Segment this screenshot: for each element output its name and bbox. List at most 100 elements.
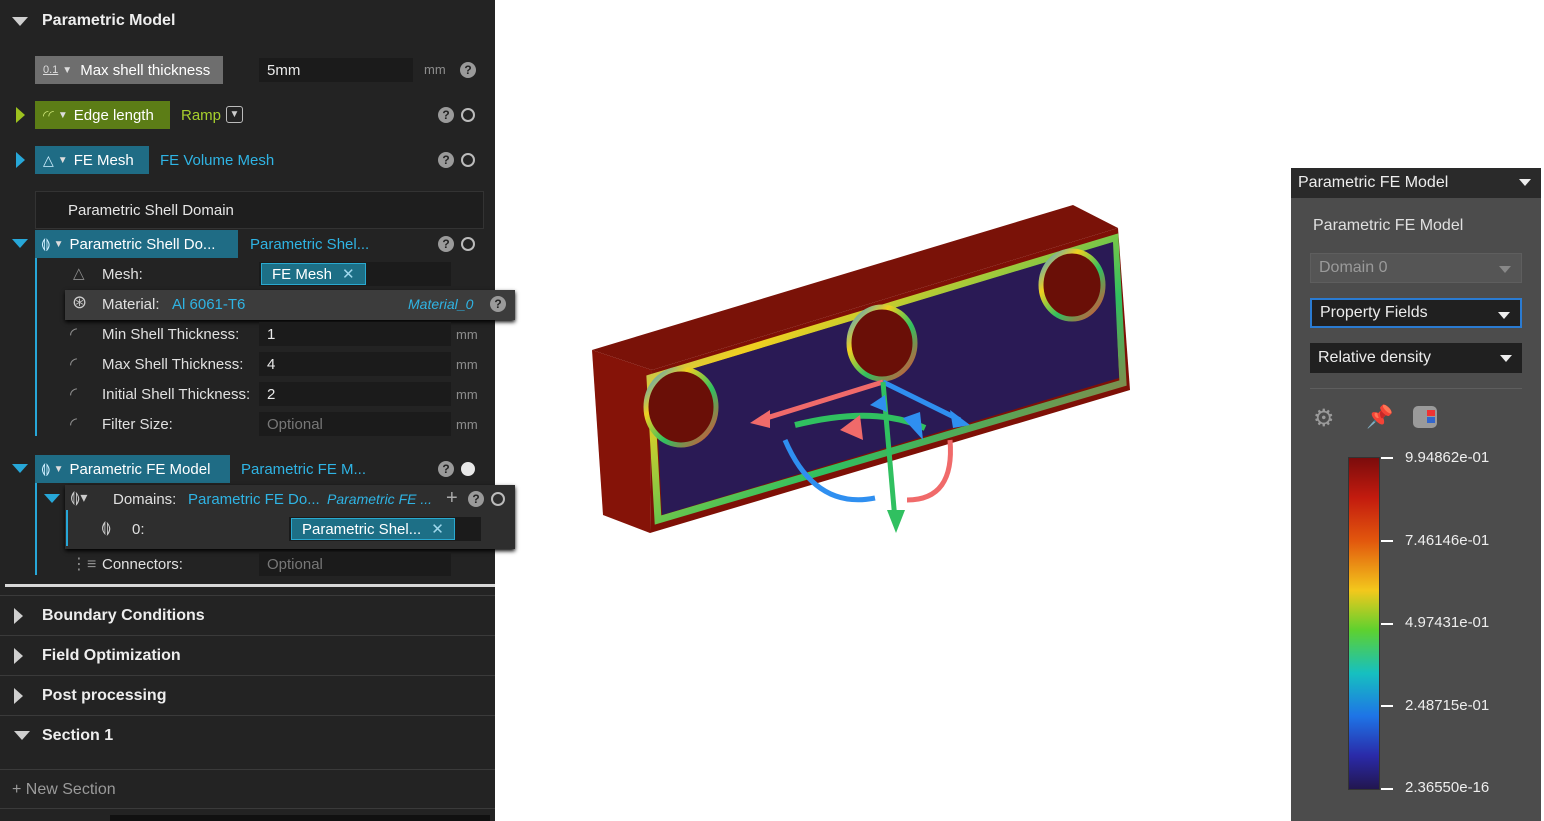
help-icon[interactable]: ?: [438, 236, 454, 252]
status-circle-icon[interactable]: [461, 237, 475, 251]
pin-icon[interactable]: 📌: [1366, 404, 1393, 430]
field-select[interactable]: Relative density: [1310, 343, 1522, 373]
fe-model-block[interactable]: ⟬⟭ ▼ Parametric FE Model: [35, 455, 230, 483]
ramp-field-icon: ◜◜: [43, 106, 54, 123]
status-circle-icon[interactable]: [461, 108, 475, 122]
initial-shell-input[interactable]: 2: [259, 382, 451, 406]
section-boundary-conditions[interactable]: Boundary Conditions: [0, 595, 495, 635]
section-label: Boundary Conditions: [42, 606, 205, 624]
collapse-icon[interactable]: [12, 464, 28, 473]
part-model[interactable]: [592, 205, 1130, 533]
help-icon[interactable]: ?: [438, 461, 454, 477]
gear-icon[interactable]: ⚙: [1313, 404, 1335, 433]
status-circle-icon[interactable]: [461, 462, 475, 476]
shell-domain-value[interactable]: Parametric Shel...: [250, 236, 369, 253]
section-label: Post processing: [42, 686, 167, 704]
fe-model-icon: ⟬⟭: [41, 461, 51, 476]
domains-ref[interactable]: Parametric FE ...: [327, 491, 432, 507]
domain-select-value: Domain 0: [1319, 259, 1388, 276]
section-field-optimization[interactable]: Field Optimization: [0, 635, 495, 675]
collapse-icon[interactable]: [14, 731, 30, 740]
fe-model-sidepanel: Parametric FE Model Parametric FE Model …: [1291, 168, 1541, 821]
chevron-down-icon[interactable]: ▼: [54, 464, 64, 475]
edge-length-block[interactable]: ◜◜ ▼ Edge length: [35, 101, 170, 129]
ramp-field-icon: ◜: [70, 354, 77, 374]
material-ref[interactable]: Material_0: [408, 296, 473, 312]
domain-item-field[interactable]: Parametric Shel... ✕: [289, 517, 481, 541]
initial-shell-unit: mm: [456, 387, 478, 402]
add-icon[interactable]: +: [446, 487, 458, 510]
filter-size-label: Filter Size:: [102, 416, 173, 433]
parametric-model-header[interactable]: Parametric Model: [12, 12, 175, 30]
chevron-down-icon: [1500, 355, 1512, 362]
chevron-down-icon[interactable]: ▼: [58, 155, 68, 166]
domain-select[interactable]: Domain 0: [1310, 253, 1522, 283]
filter-size-input[interactable]: Optional: [259, 412, 451, 436]
material-label: Material:: [102, 296, 160, 313]
shell-domain-block[interactable]: ⟬⟭ ▼ Parametric Shell Do...: [35, 230, 238, 258]
colormap-icon[interactable]: [1413, 406, 1437, 428]
max-shell-thickness-label: Max Shell Thickness:: [102, 356, 244, 373]
help-icon[interactable]: ?: [438, 107, 454, 123]
domains-icon: ⟬⟭▾: [70, 489, 88, 505]
remove-icon[interactable]: ✕: [431, 520, 444, 538]
chevron-down-icon[interactable]: ▼: [58, 110, 68, 121]
divider: [5, 584, 495, 587]
domain-item-index: 0:: [132, 521, 145, 538]
sidepanel-header[interactable]: Parametric FE Model: [1291, 168, 1541, 198]
chevron-down-icon[interactable]: ▼: [62, 65, 72, 76]
max-shell-thickness-block[interactable]: 0.1 ▼ Max shell thickness: [35, 56, 223, 84]
legend-tick: [1381, 540, 1393, 542]
legend-label: 2.36550e-16: [1405, 779, 1490, 796]
edge-length-label: Edge length: [73, 106, 154, 124]
min-shell-input[interactable]: 1: [259, 322, 451, 346]
collapse-icon[interactable]: [44, 494, 60, 503]
status-circle-icon[interactable]: [461, 153, 475, 167]
chevron-down-icon[interactable]: ▼: [54, 239, 64, 250]
tree-line: [35, 483, 37, 575]
mesh-chip[interactable]: FE Mesh ✕: [261, 263, 366, 285]
domains-value[interactable]: Parametric FE Do...: [188, 491, 320, 508]
tree-line: [35, 258, 37, 436]
legend-label: 7.46146e-01: [1405, 532, 1490, 549]
color-scale-bar: [1348, 457, 1380, 790]
section-1[interactable]: Section 1: [0, 715, 495, 755]
mesh-icon: △: [73, 265, 85, 282]
help-icon[interactable]: ?: [438, 152, 454, 168]
scrollbar[interactable]: [110, 815, 490, 821]
fe-model-value[interactable]: Parametric FE M...: [241, 461, 366, 478]
new-section-button[interactable]: + New Section: [12, 781, 116, 799]
domain-item-chip[interactable]: Parametric Shel... ✕: [291, 518, 455, 540]
edge-length-value[interactable]: Ramp: [181, 107, 221, 124]
expand-icon[interactable]: [14, 607, 23, 624]
mode-select[interactable]: Property Fields: [1310, 298, 1522, 328]
mesh-field[interactable]: FE Mesh ✕: [259, 262, 451, 286]
collapse-icon[interactable]: [12, 239, 28, 248]
max-shell-input[interactable]: 5mm: [259, 58, 413, 82]
chevron-down-icon[interactable]: [1519, 179, 1531, 186]
connectors-input[interactable]: Optional: [259, 552, 451, 576]
expand-icon[interactable]: [14, 647, 23, 664]
3d-viewport[interactable]: [495, 0, 1291, 821]
help-icon[interactable]: ?: [468, 491, 484, 507]
expand-icon[interactable]: [16, 107, 25, 123]
expand-icon[interactable]: [14, 687, 23, 704]
fe-model-label: Parametric FE Model: [69, 460, 211, 478]
shell-domain-icon: ⟬⟭: [41, 236, 51, 251]
variable-badge: 0.1: [43, 64, 59, 76]
remove-icon[interactable]: ✕: [342, 265, 355, 283]
fe-mesh-block[interactable]: △ ▼ FE Mesh: [35, 146, 149, 174]
section-post-processing[interactable]: Post processing: [0, 675, 495, 715]
ramp-field-icon: ◜: [70, 414, 77, 434]
collapse-icon[interactable]: [12, 16, 28, 26]
max-shell-thickness-input[interactable]: 4: [259, 352, 451, 376]
material-value[interactable]: Al 6061-T6: [172, 296, 245, 313]
sidepanel-subtitle: Parametric FE Model: [1313, 217, 1464, 234]
fe-mesh-value[interactable]: FE Volume Mesh: [160, 152, 274, 169]
material-icon: ⊛: [72, 292, 88, 312]
help-icon[interactable]: ?: [460, 62, 476, 78]
expand-icon[interactable]: [16, 152, 25, 168]
max-shell-label: Max shell thickness: [80, 61, 211, 79]
tree-line: [66, 510, 68, 546]
dropdown-icon[interactable]: ▼: [226, 106, 243, 123]
